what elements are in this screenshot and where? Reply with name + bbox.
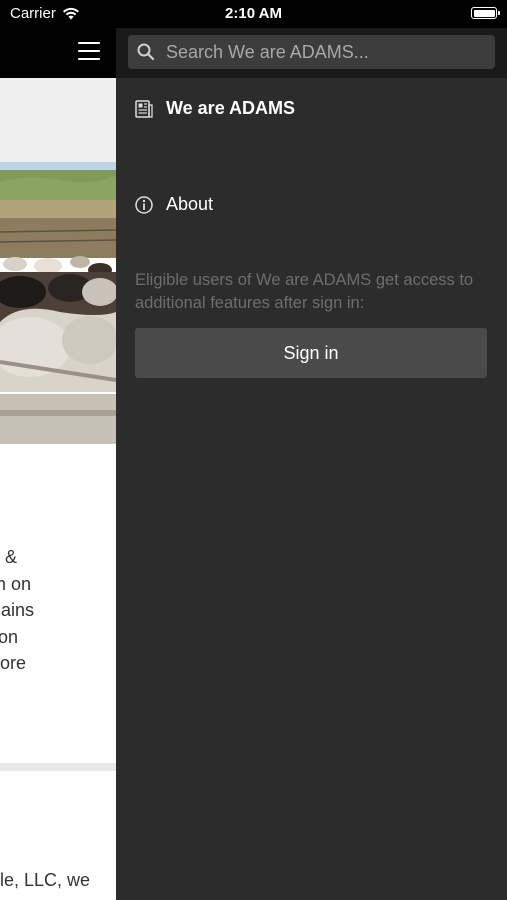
content-divider	[0, 763, 116, 771]
content-page: and & farm on remains cation d more le, …	[0, 28, 116, 900]
content-line: d more	[0, 653, 27, 673]
hamburger-icon[interactable]	[78, 42, 100, 60]
sign-in-info-text: Eligible users of We are ADAMS get acces…	[135, 271, 474, 312]
content-header-area	[0, 78, 116, 162]
menu-item-we-are-adams[interactable]: We are ADAMS	[134, 98, 295, 119]
status-bar: Carrier 2:10 AM	[0, 0, 507, 28]
content-topbar	[0, 28, 116, 78]
content-line: le, LLC, we	[0, 870, 91, 890]
info-icon	[135, 195, 153, 214]
content-line: remains	[0, 600, 35, 620]
status-time: 2:10 AM	[225, 5, 282, 22]
battery-icon	[471, 7, 500, 19]
menu-item-label: We are ADAMS	[166, 98, 296, 118]
content-line: and &	[0, 547, 18, 567]
menu-item-label: About	[166, 194, 214, 214]
content-line: cation	[0, 626, 19, 647]
sign-in-button[interactable]: Sign in	[135, 328, 487, 378]
side-drawer: We are ADAMS About Eligible users of We …	[116, 28, 507, 900]
content-article-text: and & farm on remains cation d more	[0, 544, 116, 677]
cattle-photo	[0, 162, 116, 444]
menu-item-about[interactable]: About	[134, 194, 213, 215]
search-box[interactable]	[128, 35, 495, 69]
content-line: farm on	[0, 573, 32, 594]
search-input[interactable]	[164, 40, 488, 64]
battery-fill	[473, 9, 495, 17]
news-icon	[135, 99, 153, 118]
search-icon	[137, 43, 155, 61]
drawer-search-bar	[116, 28, 507, 78]
